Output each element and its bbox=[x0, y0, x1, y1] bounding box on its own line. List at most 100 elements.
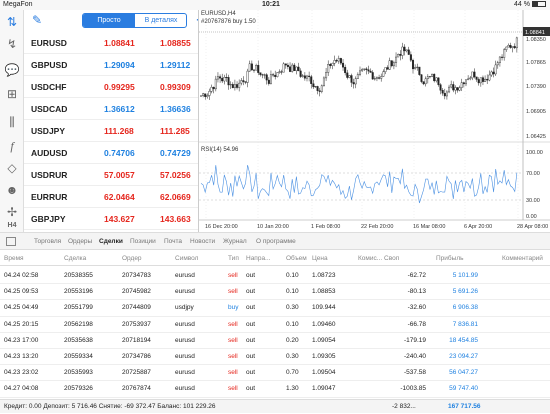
tab-4[interactable]: Почта bbox=[164, 238, 182, 245]
candle-body bbox=[435, 77, 438, 82]
candle-body bbox=[496, 62, 499, 66]
quote-symbol: AUDUSD bbox=[31, 148, 68, 158]
table-cell: -1003.85 bbox=[400, 385, 426, 393]
rsi-line bbox=[200, 165, 518, 204]
table-row[interactable]: 04.25 09:53 20553196 20745982 eurusd sell out… bbox=[0, 284, 550, 301]
tab-6[interactable]: Журнал bbox=[223, 238, 247, 245]
candle-body bbox=[426, 76, 429, 80]
candle-body bbox=[272, 74, 275, 76]
table-cell: 0.10 bbox=[286, 288, 299, 296]
time-tick-label: 16 Mar 08:00 bbox=[413, 224, 445, 230]
candle-body bbox=[265, 74, 268, 81]
indicators-icon[interactable]: f bbox=[4, 138, 20, 154]
table-cell: 23 094.27 bbox=[449, 353, 478, 360]
column-header-5[interactable]: Напра... bbox=[246, 252, 270, 266]
table-row[interactable]: 04.23 13:20 20559334 20734786 eurusd sell out… bbox=[0, 349, 550, 366]
table-row[interactable]: 04.25 20:15 20562198 20753937 eurusd sell out… bbox=[0, 317, 550, 333]
table-cell: 20745982 bbox=[122, 288, 151, 296]
quote-row-usdrur[interactable]: USDRUR 57.0057 57.0256 bbox=[24, 164, 198, 186]
trade-icon[interactable]: ↯ bbox=[4, 36, 20, 52]
new-order-icon[interactable]: ⊞ bbox=[4, 86, 20, 102]
table-cell: -537.58 bbox=[403, 369, 426, 377]
table-row[interactable]: 04.25 04:49 20551799 20744809 usdjpy buy out 0… bbox=[0, 300, 550, 317]
mode-simple-button[interactable]: Просто bbox=[83, 14, 135, 27]
table-cell: 0.70 bbox=[286, 369, 299, 377]
candle-body bbox=[367, 69, 370, 72]
objects-icon[interactable]: ◇ bbox=[4, 160, 20, 176]
table-cell: 04.23 23:02 bbox=[4, 369, 39, 377]
tab-5[interactable]: Новости bbox=[190, 238, 215, 245]
candle-body bbox=[255, 64, 258, 71]
quote-row-eurusd[interactable]: EURUSD 1.08841 1.08855 bbox=[24, 32, 198, 54]
tab-0[interactable]: Торговля bbox=[34, 238, 61, 245]
table-cell: sell bbox=[228, 353, 238, 360]
table-row[interactable]: 04.23 17:00 20535638 20718194 eurusd sell out… bbox=[0, 333, 550, 349]
column-header-0[interactable]: Время bbox=[4, 252, 24, 266]
tab-3[interactable]: Позиции bbox=[130, 238, 156, 245]
toolbox-tabs: Торговля Ордеры Сделки Позиции Почта Новости Ж… bbox=[0, 232, 550, 250]
candle-body bbox=[475, 76, 478, 80]
quote-row-gbpusd[interactable]: GBPUSD 1.29094 1.29112 bbox=[24, 54, 198, 76]
column-header-9[interactable]: Своп bbox=[384, 252, 399, 266]
quote-ask: 62.0669 bbox=[160, 192, 191, 202]
column-header-8[interactable]: Комис... bbox=[358, 252, 382, 266]
table-cell: 1.09305 bbox=[312, 353, 336, 360]
quote-row-usdcad[interactable]: USDCAD 1.36612 1.36636 bbox=[24, 98, 198, 120]
chat-icon[interactable]: 💬 bbox=[4, 62, 20, 78]
table-cell: out bbox=[246, 304, 256, 312]
candle-body bbox=[314, 86, 317, 88]
column-header-11[interactable]: Комментарий bbox=[502, 252, 543, 266]
table-cell: -32.60 bbox=[407, 304, 426, 312]
chart-panel[interactable]: 1.088551.083501.078651.073901.069051.064… bbox=[198, 10, 550, 232]
candle-body bbox=[515, 37, 518, 49]
column-header-2[interactable]: Ордер bbox=[122, 252, 142, 266]
summary-text: Кредит: 0.00 Депозит: 5 716.46 Снятие: -… bbox=[4, 403, 216, 410]
tab-1[interactable]: Ордеры bbox=[68, 238, 92, 245]
quote-bid: 143.627 bbox=[104, 214, 135, 224]
people-icon[interactable]: ☻ bbox=[4, 182, 20, 198]
table-cell: 04.27 04:08 bbox=[4, 385, 39, 393]
mode-detail-button[interactable]: В деталях bbox=[135, 14, 186, 27]
quote-row-gbpjpy[interactable]: GBPJPY 143.627 143.663 bbox=[24, 208, 198, 230]
quote-symbol: GBPJPY bbox=[31, 214, 66, 224]
candle-body bbox=[407, 49, 410, 55]
tab-2[interactable]: Сделки bbox=[99, 238, 123, 245]
candle-body bbox=[375, 77, 378, 79]
candle-body bbox=[513, 46, 516, 49]
price-chart[interactable]: 1.088551.083501.078651.073901.069051.064… bbox=[199, 10, 550, 232]
candle-body bbox=[216, 76, 219, 80]
candle-body bbox=[352, 82, 355, 85]
candles-icon[interactable]: ⫼ bbox=[4, 114, 20, 130]
table-cell: 20538355 bbox=[64, 272, 93, 279]
candle-body bbox=[291, 64, 294, 72]
candle-body bbox=[244, 81, 247, 83]
column-header-1[interactable]: Сделка bbox=[64, 252, 86, 266]
quote-row-usdchf[interactable]: USDCHF 0.99295 0.99309 bbox=[24, 76, 198, 98]
column-header-7[interactable]: Цена bbox=[312, 252, 328, 266]
quote-row-audusd[interactable]: AUDUSD 0.74706 0.74729 bbox=[24, 142, 198, 164]
column-header-6[interactable]: Объем bbox=[286, 252, 307, 266]
candle-body bbox=[477, 79, 480, 84]
quote-row-usdjpy[interactable]: USDJPY 111.268 111.285 bbox=[24, 120, 198, 142]
table-cell: -240.40 bbox=[403, 353, 426, 360]
candle-body bbox=[225, 77, 228, 78]
column-header-10[interactable]: Прибыль bbox=[436, 252, 464, 266]
table-cell: 04.23 17:00 bbox=[4, 336, 39, 344]
table-cell: 59 747.40 bbox=[449, 385, 478, 393]
table-icon[interactable] bbox=[6, 237, 16, 246]
column-header-3[interactable]: Символ bbox=[175, 252, 198, 266]
table-row[interactable]: 04.27 04:08 20579326 20767874 eurusd sell out… bbox=[0, 381, 550, 398]
table-row[interactable]: 04.23 23:02 20535993 20725887 eurusd sell out… bbox=[0, 365, 550, 382]
candle-body bbox=[333, 60, 336, 64]
quote-row-eurrur[interactable]: EURRUR 62.0464 62.0669 bbox=[24, 186, 198, 208]
candle-body bbox=[223, 77, 226, 82]
candle-body bbox=[473, 71, 476, 78]
edit-icon[interactable]: ✎ bbox=[32, 13, 42, 27]
column-header-4[interactable]: Тип bbox=[228, 252, 239, 266]
tab-7[interactable]: О программе bbox=[256, 238, 296, 245]
table-row[interactable]: 04.24 02:58 20538355 20734783 eurusd sell out… bbox=[0, 268, 550, 285]
quotes-icon[interactable]: ⇅ bbox=[4, 14, 20, 30]
candle-body bbox=[405, 49, 408, 52]
table-cell: 56 047.27 bbox=[449, 369, 478, 377]
table-cell: eurusd bbox=[175, 369, 195, 377]
